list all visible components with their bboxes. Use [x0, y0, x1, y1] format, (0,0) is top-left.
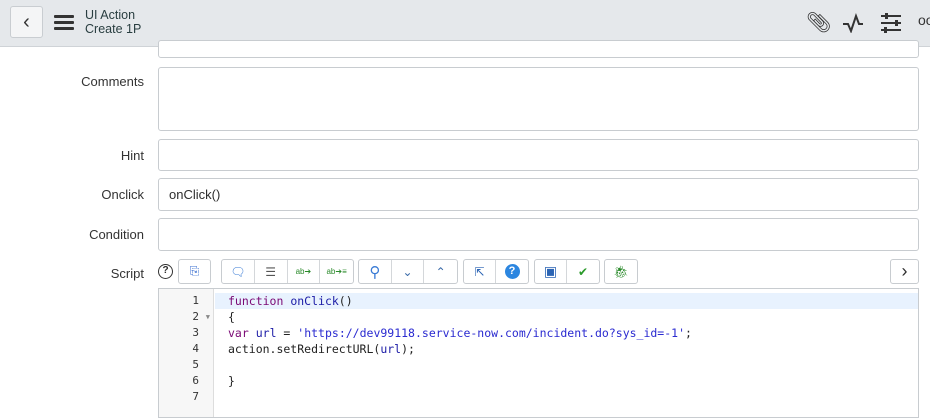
form-title: UI Action Create 1P — [85, 8, 141, 36]
debug-bug-icon[interactable]: 🐞︎ — [605, 260, 637, 283]
expand-toolbar-button[interactable]: › — [890, 259, 919, 284]
condition-label: Condition — [89, 227, 144, 242]
code-line: } — [228, 374, 235, 388]
line-number: 3 — [192, 326, 199, 339]
toolbar-group-search: ⚲ ⌄ ⌃ — [358, 259, 458, 284]
replace-all-icon[interactable]: ab➔≡ — [320, 260, 353, 283]
save-icon[interactable]: ▣ — [535, 260, 568, 283]
paperclip-icon[interactable]: 📎︎ — [806, 10, 831, 35]
script-editor[interactable]: 1 2 ▼ 3 4 5 6 7 function onClick() { var … — [158, 288, 919, 418]
record-name: Create 1P — [85, 22, 142, 36]
search-icon[interactable]: ⚲ — [359, 260, 392, 283]
validate-script-icon[interactable]: ✔ — [567, 260, 599, 283]
help-icon[interactable]: ? — [158, 264, 173, 279]
code-line: action.setRedirectURL(url); — [228, 342, 415, 356]
back-button[interactable]: ‹ — [10, 6, 43, 38]
code-area[interactable]: function onClick() { var url = 'https://… — [215, 293, 918, 405]
line-number-gutter: 1 2 ▼ 3 4 5 6 7 — [159, 289, 214, 417]
chevron-down-icon[interactable]: ⌄ — [392, 260, 425, 283]
onclick-input[interactable]: onClick() — [158, 178, 919, 211]
toolbar-group-save: ▣ ✔ — [534, 259, 600, 284]
question-icon[interactable]: ? — [496, 260, 528, 283]
more-options-icon[interactable]: oo — [918, 12, 930, 28]
toolbar-group-help: ⇱ ? — [463, 259, 529, 284]
onclick-label: Onclick — [101, 187, 144, 202]
line-number: 7 — [192, 390, 199, 403]
settings-sliders-icon[interactable] — [880, 13, 902, 33]
line-number: 2 ▼ — [192, 309, 210, 325]
script-include-icon[interactable]: ⎘ — [179, 260, 210, 283]
line-number: 1 — [192, 294, 199, 307]
toolbar-group-debug: 🐞︎ — [604, 259, 638, 284]
comments-textarea[interactable] — [158, 67, 919, 131]
toolbar-group-format: 🗨︎ ☰ ab➔ ab➔≡ — [221, 259, 354, 284]
toolbar-group-script-include: ⎘ — [178, 259, 211, 284]
chevron-up-icon[interactable]: ⌃ — [424, 260, 457, 283]
hint-label: Hint — [120, 148, 144, 163]
fold-arrow-icon[interactable]: ▼ — [206, 309, 210, 325]
line-number: 6 — [192, 374, 199, 387]
record-type: UI Action — [85, 8, 136, 22]
line-number: 5 — [192, 358, 199, 371]
comments-label: Comments — [81, 74, 144, 89]
previous-field-input[interactable] — [158, 40, 919, 58]
line-number: 4 — [192, 342, 199, 355]
hint-input[interactable] — [158, 139, 919, 171]
activity-icon[interactable] — [842, 13, 864, 33]
condition-input[interactable] — [158, 218, 919, 251]
hamburger-menu-icon[interactable] — [54, 15, 74, 33]
code-line: function onClick() — [215, 293, 918, 309]
fullscreen-icon[interactable]: ⇱ — [464, 260, 497, 283]
code-line: var url = 'https://dev99118.service-now.… — [228, 326, 692, 340]
format-code-icon[interactable]: ☰ — [255, 260, 288, 283]
replace-icon[interactable]: ab➔ — [288, 260, 321, 283]
code-line: { — [228, 310, 235, 324]
script-label: Script — [110, 266, 144, 281]
chevron-left-icon: ‹ — [23, 10, 30, 33]
chevron-right-icon: › — [901, 261, 908, 281]
comment-icon[interactable]: 🗨︎ — [222, 260, 255, 283]
